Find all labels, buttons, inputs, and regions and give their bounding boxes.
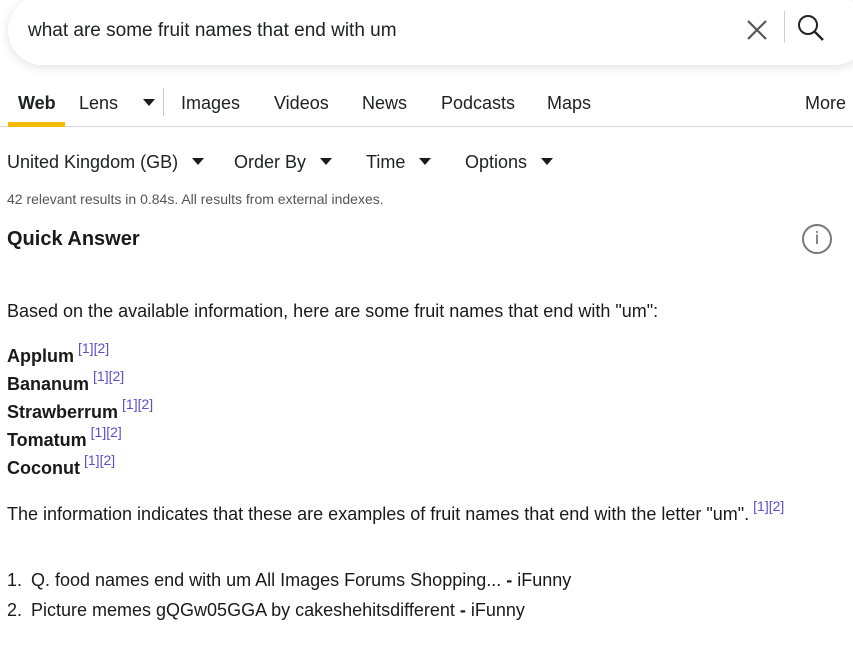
source-site: iFunny (470, 600, 525, 620)
citation-link[interactable]: [2] (94, 340, 110, 356)
tab-lens[interactable]: Lens (79, 93, 156, 114)
citation-link[interactable]: [1] (93, 368, 109, 384)
filter-options-label: Options (465, 152, 528, 172)
filter-region[interactable]: United Kingdom (GB) (7, 152, 205, 173)
tab-news[interactable]: News (362, 93, 407, 114)
tab-videos[interactable]: Videos (274, 93, 329, 114)
chevron-down-icon (419, 158, 432, 166)
source-number: 1. (7, 570, 23, 590)
search-input[interactable] (28, 20, 708, 42)
citation-link[interactable]: [2] (769, 498, 785, 514)
result-stats: 42 relevant results in 0.84s. All result… (7, 191, 384, 207)
citation-link[interactable]: [2] (106, 424, 122, 440)
quick-answer-conclusion: The information indicates that these are… (7, 498, 784, 525)
chevron-down-icon (143, 99, 156, 107)
tab-separator (163, 88, 164, 116)
tab-more[interactable]: More (805, 93, 846, 114)
source-title: Picture memes gQGw05GGA by cakeshehitsdi… (31, 600, 455, 620)
source-site: iFunny (517, 570, 572, 590)
list-item: Tomatum [1][2] (7, 424, 122, 451)
tab-podcasts[interactable]: Podcasts (441, 93, 515, 114)
search-divider (784, 11, 785, 43)
list-item: Strawberrum [1][2] (7, 396, 153, 423)
chevron-down-icon (320, 158, 333, 166)
fruit-name: Applum (7, 346, 74, 366)
source-number: 2. (7, 600, 23, 620)
citation-link[interactable]: [2] (109, 368, 125, 384)
citation-link[interactable]: [1] (78, 340, 94, 356)
tab-web[interactable]: Web (18, 93, 56, 114)
source-item: 2. Picture memes gQGw05GGA by cakeshehits… (7, 600, 525, 621)
citation-link[interactable]: [2] (100, 452, 116, 468)
filter-options[interactable]: Options (465, 152, 554, 173)
fruit-name: Bananum (7, 374, 90, 394)
source-link[interactable]: Q. food names end with um All Images For… (31, 570, 571, 590)
chevron-down-icon (192, 158, 205, 166)
list-item: Bananum [1][2] (7, 368, 124, 395)
search-tabs: Web Lens Images Videos News Podcasts Map… (0, 88, 853, 127)
close-icon[interactable] (743, 16, 771, 44)
source-separator: - (454, 600, 471, 620)
filter-time[interactable]: Time (366, 152, 432, 173)
citation-link[interactable]: [1] (91, 424, 107, 440)
citation-link[interactable]: [1] (84, 452, 100, 468)
search-box (8, 0, 853, 65)
tab-maps[interactable]: Maps (547, 93, 591, 114)
quick-answer-intro: Based on the available information, here… (7, 301, 659, 321)
citation-link[interactable]: [1] (753, 498, 769, 514)
info-icon[interactable]: i (802, 224, 832, 254)
fruit-name: Strawberrum (7, 402, 119, 422)
tab-lens-label: Lens (79, 93, 119, 113)
chevron-down-icon (541, 158, 554, 166)
filter-order-by-label: Order By (234, 152, 307, 172)
filter-time-label: Time (366, 152, 406, 172)
quick-answer-title: Quick Answer (7, 228, 140, 250)
search-icon[interactable] (796, 13, 826, 43)
source-link[interactable]: Picture memes gQGw05GGA by cakeshehitsdi… (31, 600, 525, 620)
filter-region-label: United Kingdom (GB) (7, 152, 179, 172)
tab-images[interactable]: Images (181, 93, 240, 114)
source-separator: - (501, 570, 518, 590)
fruit-name: Tomatum (7, 430, 87, 450)
list-item: Applum [1][2] (7, 340, 109, 367)
source-title: Q. food names end with um All Images For… (31, 570, 502, 590)
citation-link[interactable]: [2] (138, 396, 154, 412)
fruit-name: Coconut (7, 458, 80, 478)
active-tab-indicator (8, 122, 65, 127)
source-item: 1. Q. food names end with um All Images F… (7, 570, 571, 591)
filter-order-by[interactable]: Order By (234, 152, 333, 173)
filter-bar: United Kingdom (GB) Order By Time Option… (0, 150, 853, 174)
conclusion-text: The information indicates that these are… (7, 504, 750, 524)
list-item: Coconut [1][2] (7, 452, 115, 479)
citation-link[interactable]: [1] (122, 396, 138, 412)
